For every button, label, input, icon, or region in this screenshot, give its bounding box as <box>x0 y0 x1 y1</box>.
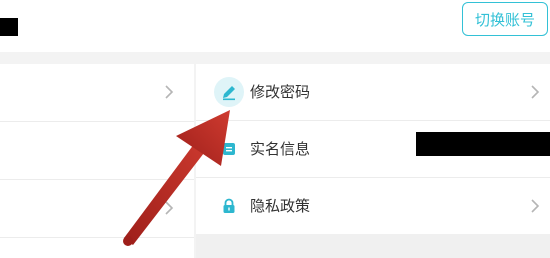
id-card-icon <box>214 134 244 164</box>
settings-item-label: 修改密码 <box>250 83 311 101</box>
account-header: 切换账号 <box>0 0 550 52</box>
settings-item-real-name-info[interactable]: 实名信息 <box>196 121 550 178</box>
settings-item-privacy-policy[interactable]: 隐私政策 <box>196 178 550 234</box>
redacted-real-name-info <box>416 132 550 156</box>
lower-panel <box>196 234 550 258</box>
chevron-right-icon <box>531 85 540 99</box>
chevron-right-icon <box>165 201 174 215</box>
left-menu-item[interactable] <box>0 64 194 122</box>
left-menu-item[interactable] <box>0 122 194 180</box>
chevron-right-icon <box>531 199 540 213</box>
settings-item-label: 实名信息 <box>250 140 311 158</box>
settings-item-change-password[interactable]: 修改密码 <box>196 64 550 121</box>
switch-account-button[interactable]: 切换账号 <box>462 2 548 36</box>
settings-item-label: 隐私政策 <box>250 197 311 215</box>
redacted-username <box>0 18 18 36</box>
security-settings-panel: 修改密码 实名信息 隐私政策 <box>196 64 550 234</box>
left-menu-item[interactable] <box>0 180 194 238</box>
chevron-right-icon <box>165 85 174 99</box>
lock-icon <box>214 191 244 221</box>
left-menu-panel <box>0 64 194 258</box>
pencil-icon <box>214 77 244 107</box>
